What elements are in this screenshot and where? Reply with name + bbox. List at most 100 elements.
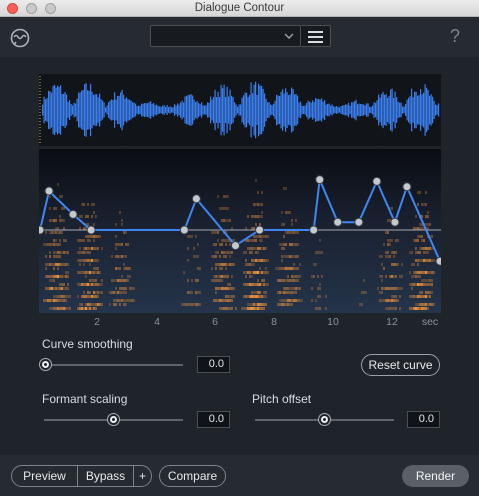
formant-scaling-value[interactable]: 0.0 [197,411,230,428]
waveform-bar [396,97,398,123]
contour-node[interactable] [402,182,412,192]
spectrogram-cell [253,259,255,262]
preview-button[interactable]: Preview [11,465,78,487]
spectrogram-cell [247,307,249,310]
spectrogram-cell [45,287,47,290]
bypass-button[interactable]: Bypass [77,465,134,487]
spectrogram-cell [231,275,233,278]
contour-node[interactable] [390,217,400,227]
spectrogram-cell [65,299,67,302]
contour-node[interactable] [435,256,441,266]
spectrogram-cell [311,287,313,290]
spectrogram-cell [283,287,285,290]
spectrogram-cell [421,303,423,306]
spectrogram-cell [85,259,87,262]
waveform-bar [282,89,284,131]
compare-button[interactable]: Compare [159,465,226,487]
spectrogram-cell [417,263,419,266]
contour-node[interactable] [333,217,343,227]
spectrogram-cell [393,251,395,254]
spectrogram-cell [427,223,429,226]
pitch-offset-knob[interactable] [318,414,330,425]
spectrogram-cell [57,231,59,234]
spectrogram-cell [215,255,217,258]
spectrogram-cell [125,255,127,258]
waveform-bar [186,95,188,125]
contour-node[interactable] [68,209,78,219]
spectrogram-cell [191,279,193,282]
spectrogram-cell [249,307,251,310]
formant-scaling-knob[interactable] [107,414,119,425]
contour-node[interactable] [39,225,45,235]
hamburger-icon [308,31,323,33]
spectrogram-cell [325,295,327,298]
spectrogram-cell [79,283,81,286]
contour-node[interactable] [255,225,265,235]
spectrogram-cell [251,307,253,310]
spectrogram-cell [255,247,257,250]
spectrogram-cell [245,259,247,262]
title-bar: Dialogue Contour [0,0,479,17]
dialogue-contour-logo-icon[interactable] [9,27,31,49]
spectrogram-cell [113,279,115,282]
spectrogram-cell [221,279,223,282]
spectrogram-cell [431,303,433,306]
contour-node[interactable] [230,241,240,251]
spectrogram-cell [253,239,255,242]
waveform-bar [369,106,371,114]
contour-node[interactable] [44,186,54,196]
spectrogram-cell [51,231,53,234]
contour-node[interactable] [354,217,364,227]
preset-dropdown[interactable] [150,25,301,47]
spectrogram-cell [251,283,253,286]
spectrogram-cell [117,291,119,294]
waveform-overview[interactable] [39,74,441,146]
spectrogram-cell [229,219,231,222]
waveform-bar [247,96,249,124]
contour-node[interactable] [309,225,319,235]
spectrogram-cell [229,255,231,258]
waveform-bar [102,100,104,120]
spectrogram-cell [411,307,413,310]
waveform-bar [165,106,167,114]
spectrogram-cell [53,287,55,290]
spectrogram-cell [85,283,87,286]
spectrogram-cell [321,251,323,254]
spectrogram-cell [253,263,255,266]
spectrogram-cell [295,287,297,290]
spectrogram-cell [429,283,431,286]
spectrogram-cell [95,267,97,270]
spectrogram-cell [221,251,223,254]
spectrogram-cell [49,287,51,290]
help-icon[interactable]: ? [450,26,460,47]
spectrogram-cell [293,267,295,270]
spectrogram-cell [315,263,317,266]
curve-smoothing-knob[interactable] [39,359,51,370]
spectrogram-cell [67,295,69,298]
pitch-offset-value[interactable]: 0.0 [407,411,440,428]
spectrogram-cell [129,267,131,270]
waveform-bar [382,91,384,129]
spectrogram-cell [297,231,299,234]
render-button[interactable]: Render [402,465,469,487]
spectrogram-cell [121,287,123,290]
spectrogram-cell [227,307,229,310]
spectrogram-cell [221,207,223,210]
bypass-plus-button[interactable]: + [133,465,152,487]
reset-curve-button[interactable]: Reset curve [361,354,440,376]
contour-node[interactable] [86,225,96,235]
preset-menu-button[interactable] [301,25,331,47]
contour-node[interactable] [315,175,325,185]
spectrogram-cell [215,267,217,270]
curve-smoothing-value[interactable]: 0.0 [197,356,230,373]
spectrogram-editor[interactable] [39,149,441,313]
tick-label: 4 [154,316,160,328]
spectrogram-cell [227,251,229,254]
contour-node[interactable] [191,194,201,204]
spectrogram-cell [381,291,383,294]
contour-node[interactable] [179,225,189,235]
curve-smoothing-track[interactable] [44,364,183,366]
spectrogram-cell [395,299,397,302]
spectrogram-cell [115,223,117,226]
contour-node[interactable] [372,176,382,186]
